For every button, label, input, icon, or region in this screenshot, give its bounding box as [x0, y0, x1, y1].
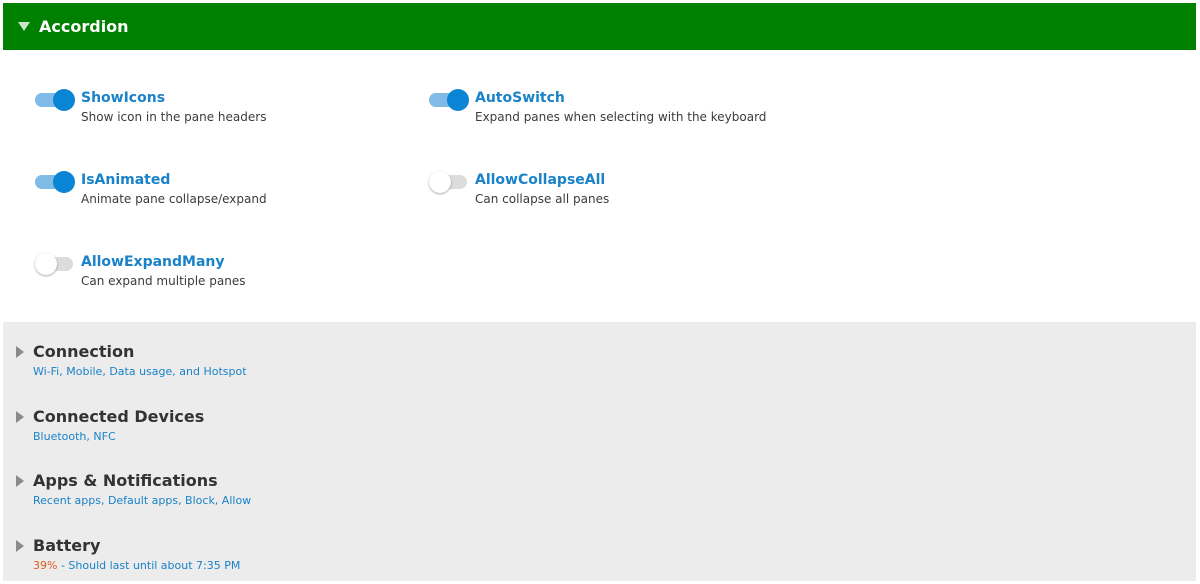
battery-estimate: - Should last until about 7:35 PM — [57, 559, 241, 572]
pane-subtitle: Bluetooth, NFC — [33, 430, 116, 443]
option-description: Can collapse all panes — [475, 192, 610, 206]
option-description: Animate pane collapse/expand — [81, 192, 267, 206]
pane-subtitle: Recent apps, Default apps, Block, Allow — [33, 494, 252, 507]
option-name[interactable]: AutoSwitch — [475, 90, 565, 106]
option-allow-collapse-all: AllowCollapseAll Can collapse all panes — [429, 171, 819, 215]
option-name[interactable]: AllowCollapseAll — [475, 172, 605, 188]
option-is-animated: IsAnimated Animate pane collapse/expand — [35, 171, 425, 215]
show-icons-toggle[interactable] — [35, 89, 75, 111]
option-description: Show icon in the pane headers — [81, 110, 267, 124]
pane-title: Battery — [33, 536, 101, 555]
pane-subtitle: Wi-Fi, Mobile, Data usage, and Hotspot — [33, 365, 247, 378]
pane-title: Connected Devices — [33, 407, 205, 426]
pane-connection[interactable]: Connection Wi-Fi, Mobile, Data usage, an… — [3, 328, 1196, 390]
pane-apps-notifications[interactable]: Apps & Notifications Recent apps, Defaul… — [3, 457, 1196, 519]
triangle-right-icon — [16, 540, 24, 552]
toggle-knob — [447, 89, 469, 111]
pane-connected-devices[interactable]: Connected Devices Bluetooth, NFC — [3, 393, 1196, 455]
toggle-knob — [35, 253, 57, 275]
battery-percent: 39% — [33, 559, 58, 572]
accordion-title: Accordion — [39, 17, 129, 36]
option-name[interactable]: ShowIcons — [81, 90, 165, 106]
pane-title: Apps & Notifications — [33, 471, 218, 490]
toggle-knob — [53, 89, 75, 111]
pane-subtitle: 39% - Should last until about 7:35 PM — [33, 559, 240, 572]
toggle-knob — [429, 171, 451, 193]
pane-battery[interactable]: Battery 39% - Should last until about 7:… — [3, 522, 1196, 584]
accordion-header[interactable]: Accordion — [3, 3, 1196, 50]
allow-expand-many-toggle[interactable] — [35, 253, 73, 275]
option-show-icons: ShowIcons Show icon in the pane headers — [35, 89, 425, 133]
option-name[interactable]: AllowExpandMany — [81, 254, 225, 270]
triangle-right-icon — [16, 411, 24, 423]
option-name[interactable]: IsAnimated — [81, 172, 170, 188]
option-allow-expand-many: AllowExpandMany Can expand multiple pane… — [35, 253, 425, 297]
triangle-down-icon — [18, 22, 30, 31]
pane-list: Connection Wi-Fi, Mobile, Data usage, an… — [3, 322, 1196, 581]
toggle-knob — [53, 171, 75, 193]
option-description: Can expand multiple panes — [81, 274, 246, 288]
is-animated-toggle[interactable] — [35, 171, 75, 193]
allow-collapse-all-toggle[interactable] — [429, 171, 467, 193]
option-auto-switch: AutoSwitch Expand panes when selecting w… — [429, 89, 819, 133]
pane-title: Connection — [33, 342, 135, 361]
option-description: Expand panes when selecting with the key… — [475, 110, 767, 124]
auto-switch-toggle[interactable] — [429, 89, 469, 111]
triangle-right-icon — [16, 475, 24, 487]
options-panel: ShowIcons Show icon in the pane headers … — [3, 50, 1196, 322]
triangle-right-icon — [16, 346, 24, 358]
accordion-demo: Accordion ShowIcons Show icon in the pan… — [3, 3, 1196, 581]
